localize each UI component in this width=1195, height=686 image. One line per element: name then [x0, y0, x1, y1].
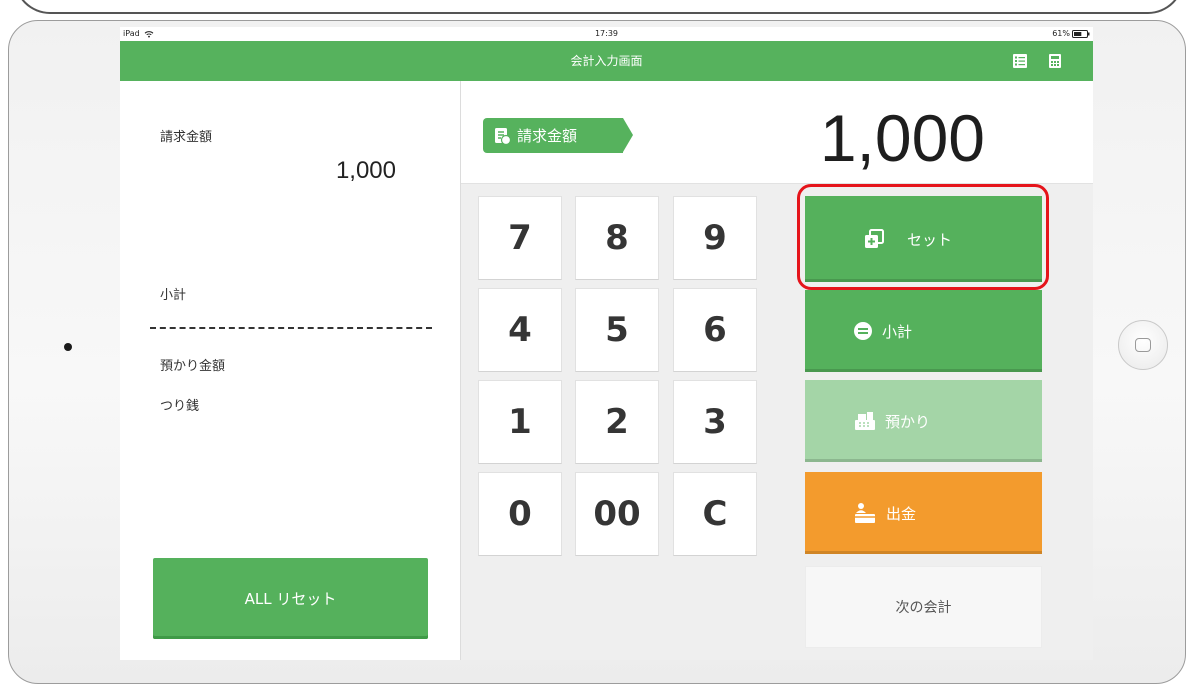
- key-2[interactable]: 2: [575, 380, 659, 464]
- key-clear[interactable]: C: [673, 472, 757, 556]
- app-header: 会計入力画面: [120, 41, 1093, 81]
- key-label: 1: [508, 402, 532, 442]
- amount-display: 請求金額 1,000: [461, 81, 1093, 184]
- key-label: 5: [605, 310, 629, 350]
- key-label: 3: [703, 402, 727, 442]
- device-top-edge: [14, 0, 1184, 14]
- camera-icon: [64, 343, 72, 351]
- key-label: 9: [703, 218, 727, 258]
- key-label: 8: [605, 218, 629, 258]
- menu-circle-icon: [854, 322, 872, 340]
- dashed-divider: [150, 327, 432, 329]
- billing-amount: 1,000: [335, 157, 396, 184]
- subtotal-button-label: 小計: [882, 322, 913, 341]
- key-label: 7: [508, 218, 532, 258]
- withdraw-button[interactable]: 出金: [805, 472, 1042, 554]
- home-button: [1118, 320, 1168, 370]
- status-right: 61%: [1052, 29, 1090, 39]
- change-label: つり銭: [160, 399, 200, 414]
- key-label: 0: [508, 494, 532, 534]
- battery-percent: 61%: [1052, 29, 1070, 38]
- summary-panel: 請求金額 1,000 小計 預かり金額 つり銭 ALL リセット: [120, 81, 461, 660]
- status-time: 17:39: [594, 29, 619, 38]
- key-6[interactable]: 6: [673, 288, 757, 372]
- battery-icon: [1072, 30, 1090, 38]
- battery-fill: [1074, 32, 1082, 36]
- calculator-icon[interactable]: [1047, 53, 1063, 69]
- receipt-icon: [495, 127, 512, 145]
- all-reset-label: ALL リセット: [244, 590, 337, 608]
- key-label: 2: [605, 402, 629, 442]
- display-amount: 1,000: [819, 101, 985, 175]
- highlight-box: [797, 184, 1049, 290]
- key-9[interactable]: 9: [673, 196, 757, 280]
- status-bar: iPad 17:39 61%: [120, 27, 1093, 41]
- key-label: 6: [703, 310, 727, 350]
- key-label: 4: [508, 310, 532, 350]
- billing-tag: 請求金額: [483, 118, 633, 153]
- key-label: 00: [593, 494, 641, 534]
- withdraw-button-label: 出金: [886, 504, 917, 523]
- key-8[interactable]: 8: [575, 196, 659, 280]
- next-checkout-button[interactable]: 次の会計: [805, 566, 1042, 648]
- app-screen: iPad 17:39 61% 会計入力画面 請求金額 1,000 小計 預かり金…: [120, 27, 1093, 660]
- key-label: C: [702, 494, 728, 534]
- billing-tag-label: 請求金額: [517, 127, 578, 145]
- all-reset-button[interactable]: ALL リセット: [153, 558, 428, 639]
- key-4[interactable]: 4: [478, 288, 562, 372]
- key-7[interactable]: 7: [478, 196, 562, 280]
- home-square-icon: [1135, 338, 1151, 352]
- key-5[interactable]: 5: [575, 288, 659, 372]
- payout-icon: [855, 503, 875, 523]
- page-title: 会計入力画面: [570, 54, 643, 68]
- subtotal-button[interactable]: 小計: [805, 290, 1042, 372]
- subtotal-label: 小計: [160, 288, 187, 303]
- deposit-label: 預かり金額: [160, 359, 226, 374]
- deposit-button-label: 預かり: [885, 412, 931, 431]
- key-1[interactable]: 1: [478, 380, 562, 464]
- cash-register-icon: [855, 412, 875, 430]
- billing-label: 請求金額: [160, 130, 213, 145]
- key-0[interactable]: 0: [478, 472, 562, 556]
- key-3[interactable]: 3: [673, 380, 757, 464]
- list-icon[interactable]: [1012, 53, 1028, 69]
- deposit-button[interactable]: 預かり: [805, 380, 1042, 462]
- next-checkout-label: 次の会計: [895, 600, 952, 616]
- key-00[interactable]: 00: [575, 472, 659, 556]
